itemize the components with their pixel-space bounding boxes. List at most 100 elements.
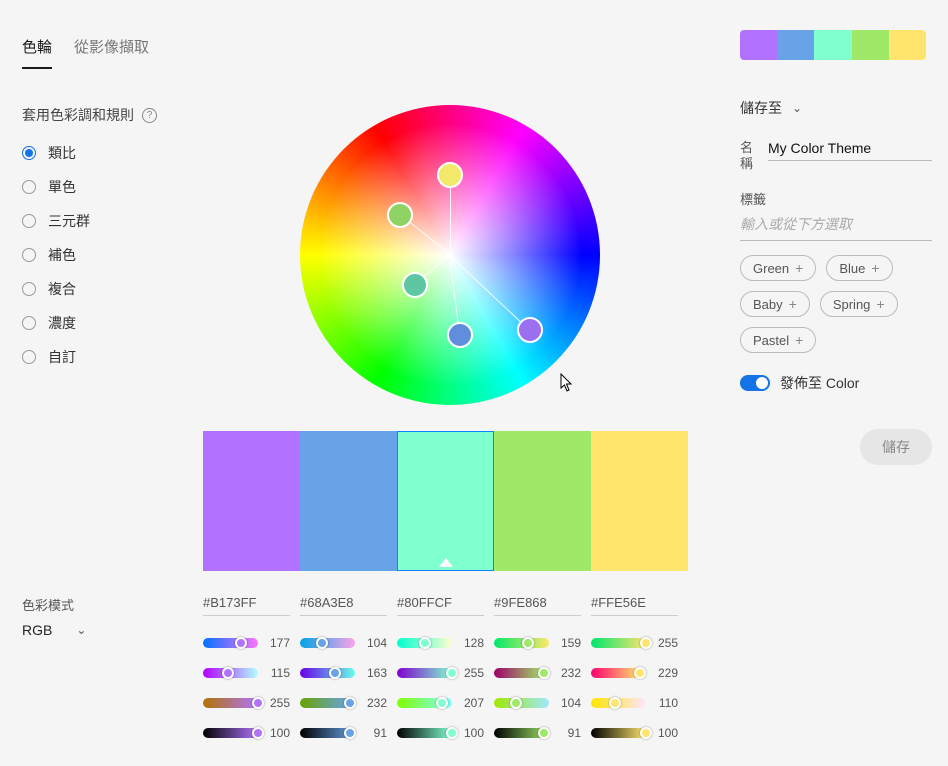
- slider-value[interactable]: 229: [654, 666, 678, 680]
- slider-value[interactable]: 110: [654, 696, 678, 710]
- slider-value[interactable]: 91: [557, 726, 581, 740]
- slider-thumb[interactable]: [235, 637, 247, 649]
- slider-value[interactable]: 128: [460, 636, 484, 650]
- theme-name-input[interactable]: My Color Theme: [768, 140, 932, 161]
- slider[interactable]: 91: [494, 726, 581, 740]
- harmony-rule-option[interactable]: 自訂: [22, 347, 202, 367]
- slider-thumb[interactable]: [538, 667, 550, 679]
- slider-thumb[interactable]: [640, 727, 652, 739]
- slider[interactable]: 91: [300, 726, 387, 740]
- swatch[interactable]: [591, 431, 688, 571]
- slider-track: [591, 698, 646, 708]
- slider-thumb[interactable]: [252, 697, 264, 709]
- slider-value[interactable]: 177: [266, 636, 290, 650]
- slider[interactable]: 115: [203, 666, 290, 680]
- tag-chip[interactable]: Green+: [740, 255, 816, 281]
- hex-input[interactable]: #B173FF: [203, 595, 300, 610]
- swatch[interactable]: [397, 431, 494, 571]
- slider-value[interactable]: 255: [460, 666, 484, 680]
- hex-input[interactable]: #9FE868: [494, 595, 591, 610]
- slider-track: [494, 698, 549, 708]
- save-to-dropdown[interactable]: 儲存至 ⌄: [740, 98, 932, 118]
- harmony-rule-option[interactable]: 三元群: [22, 211, 202, 231]
- slider[interactable]: 128: [397, 636, 484, 650]
- tag-chip[interactable]: Pastel+: [740, 327, 816, 353]
- wheel-marker[interactable]: [402, 272, 428, 298]
- swatch[interactable]: [300, 431, 397, 571]
- slider[interactable]: 159: [494, 636, 581, 650]
- wheel-marker[interactable]: [387, 202, 413, 228]
- slider-thumb[interactable]: [436, 697, 448, 709]
- slider-value[interactable]: 100: [460, 726, 484, 740]
- slider-value[interactable]: 91: [363, 726, 387, 740]
- slider-value[interactable]: 100: [266, 726, 290, 740]
- wheel-marker[interactable]: [447, 322, 473, 348]
- tab-color-wheel[interactable]: 色輪: [22, 36, 52, 69]
- harmony-rule-option[interactable]: 濃度: [22, 313, 202, 333]
- slider[interactable]: 163: [300, 666, 387, 680]
- slider-value[interactable]: 232: [557, 666, 581, 680]
- slider-thumb[interactable]: [222, 667, 234, 679]
- swatch[interactable]: [203, 431, 300, 571]
- tags-input[interactable]: 輸入或從下方選取: [740, 214, 932, 241]
- slider[interactable]: 100: [397, 726, 484, 740]
- slider-thumb[interactable]: [609, 697, 621, 709]
- slider-thumb[interactable]: [538, 727, 550, 739]
- harmony-rule-option[interactable]: 複合: [22, 279, 202, 299]
- slider-thumb[interactable]: [329, 667, 341, 679]
- tag-chip[interactable]: Spring+: [820, 291, 898, 317]
- slider-thumb[interactable]: [634, 667, 646, 679]
- slider[interactable]: 232: [494, 666, 581, 680]
- slider-thumb[interactable]: [640, 637, 652, 649]
- slider[interactable]: 232: [300, 696, 387, 710]
- slider-thumb[interactable]: [316, 637, 328, 649]
- slider[interactable]: 100: [203, 726, 290, 740]
- slider[interactable]: 100: [591, 726, 678, 740]
- slider-value[interactable]: 232: [363, 696, 387, 710]
- slider-thumb[interactable]: [446, 667, 458, 679]
- slider[interactable]: 177: [203, 636, 290, 650]
- slider-value[interactable]: 115: [266, 666, 290, 680]
- publish-toggle[interactable]: [740, 375, 770, 391]
- swatch[interactable]: [494, 431, 591, 571]
- slider-thumb[interactable]: [446, 727, 458, 739]
- slider[interactable]: 255: [591, 636, 678, 650]
- harmony-rule-option[interactable]: 類比: [22, 143, 202, 163]
- wheel-marker[interactable]: [517, 317, 543, 343]
- hex-input[interactable]: #80FFCF: [397, 595, 494, 610]
- hex-input[interactable]: #FFE56E: [591, 595, 688, 610]
- slider-value[interactable]: 255: [654, 636, 678, 650]
- slider-value[interactable]: 104: [557, 696, 581, 710]
- slider-thumb[interactable]: [344, 697, 356, 709]
- slider-track: [591, 638, 646, 648]
- slider-value[interactable]: 104: [363, 636, 387, 650]
- slider-value[interactable]: 163: [363, 666, 387, 680]
- wheel-marker[interactable]: [437, 162, 463, 188]
- slider[interactable]: 104: [494, 696, 581, 710]
- harmony-rule-option[interactable]: 單色: [22, 177, 202, 197]
- save-button[interactable]: 儲存: [860, 429, 932, 465]
- slider[interactable]: 104: [300, 636, 387, 650]
- slider-value[interactable]: 207: [460, 696, 484, 710]
- color-mode-select[interactable]: RGB ⌄: [22, 622, 202, 638]
- tab-extract-from-image[interactable]: 從影像擷取: [74, 36, 149, 69]
- slider-value[interactable]: 255: [266, 696, 290, 710]
- tag-chip[interactable]: Baby+: [740, 291, 810, 317]
- slider[interactable]: 207: [397, 696, 484, 710]
- harmony-rule-option[interactable]: 補色: [22, 245, 202, 265]
- color-wheel[interactable]: [300, 105, 600, 405]
- hex-input[interactable]: #68A3E8: [300, 595, 397, 610]
- slider-value[interactable]: 159: [557, 636, 581, 650]
- slider[interactable]: 255: [397, 666, 484, 680]
- slider-thumb[interactable]: [252, 727, 264, 739]
- slider-thumb[interactable]: [419, 637, 431, 649]
- slider-thumb[interactable]: [510, 697, 522, 709]
- slider[interactable]: 255: [203, 696, 290, 710]
- slider-thumb[interactable]: [522, 637, 534, 649]
- info-icon[interactable]: ?: [142, 108, 157, 123]
- slider-thumb[interactable]: [344, 727, 356, 739]
- slider[interactable]: 110: [591, 696, 678, 710]
- slider-value[interactable]: 100: [654, 726, 678, 740]
- slider[interactable]: 229: [591, 666, 678, 680]
- tag-chip[interactable]: Blue+: [826, 255, 892, 281]
